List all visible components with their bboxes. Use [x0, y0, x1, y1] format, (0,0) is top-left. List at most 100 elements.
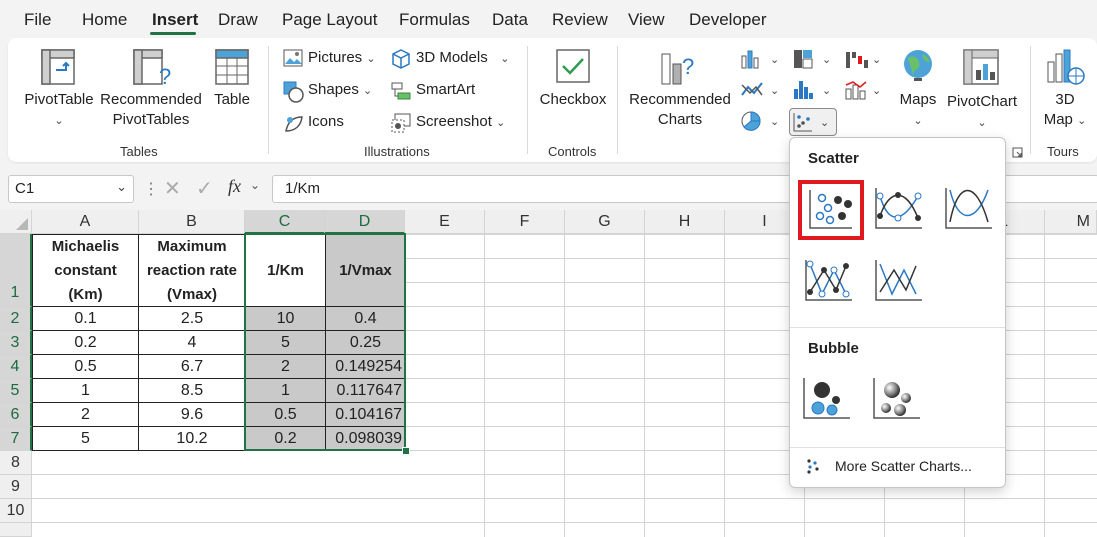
row-header-11[interactable] — [0, 523, 32, 537]
shapes-button[interactable]: Shapes ⌄ — [308, 81, 372, 98]
smartart-button[interactable]: SmartArt — [416, 81, 475, 98]
recommended-pivottables-button[interactable]: Recommended PivotTables — [98, 90, 204, 130]
dialog-launcher-icon[interactable] — [1012, 146, 1024, 158]
insert-function-button[interactable]: fx — [228, 176, 241, 197]
enter-check-icon[interactable]: ✓ — [196, 176, 213, 201]
bubble-option[interactable] — [800, 374, 860, 424]
table-cell[interactable]: 0.2 — [32, 330, 139, 355]
table-cell[interactable]: 2 — [245, 354, 326, 379]
menu-review[interactable]: Review — [552, 10, 608, 30]
pivotchart-button[interactable]: PivotChart ⌄ — [944, 92, 1020, 133]
globe-icon[interactable] — [900, 48, 936, 84]
pie-chart-button[interactable]: ⌄ — [740, 110, 784, 132]
menu-page-layout[interactable]: Page Layout — [282, 10, 377, 30]
scatter-chart-button[interactable]: ⌄ — [789, 108, 837, 136]
column-header-f[interactable]: F — [485, 210, 565, 234]
table-cell[interactable]: 0.098039 — [325, 426, 406, 451]
more-options-icon[interactable]: ⋮ — [143, 179, 159, 199]
table-cell[interactable]: 0.104167 — [325, 402, 406, 427]
table-cell[interactable]: 0.149254 — [325, 354, 406, 379]
3d-models-button[interactable]: 3D Models ⌄ — [416, 49, 509, 66]
waterfall-chart-button[interactable]: ⌄ — [844, 48, 884, 70]
pictures-button[interactable]: Pictures ⌄ — [308, 49, 376, 66]
row-header-5[interactable]: 5 — [0, 379, 32, 403]
row-header-7[interactable]: 7 — [0, 427, 32, 451]
row-header-10[interactable]: 10 — [0, 499, 32, 523]
menu-home[interactable]: Home — [82, 10, 127, 30]
line-chart-button[interactable]: ⌄ — [740, 79, 784, 101]
table-cell[interactable]: 0.117647 — [325, 378, 406, 403]
icons-button[interactable]: Icons — [308, 113, 344, 130]
header-cell-inv-vmax[interactable]: 1/Vmax — [325, 234, 406, 307]
recommended-pivottables-icon[interactable]: ? — [132, 48, 172, 89]
header-cell-vmax[interactable]: Maximum reaction rate (Vmax) — [138, 234, 246, 307]
3d-map-icon[interactable] — [1046, 48, 1086, 88]
table-cell[interactable]: 0.25 — [325, 330, 406, 355]
row-header-9[interactable]: 9 — [0, 475, 32, 499]
column-header-g[interactable]: G — [565, 210, 645, 234]
recommended-charts-icon[interactable]: ? — [660, 48, 700, 88]
column-header-e[interactable]: E — [405, 210, 485, 234]
table-cell[interactable]: 1 — [245, 378, 326, 403]
menu-formulas[interactable]: Formulas — [399, 10, 470, 30]
row-header-8[interactable]: 8 — [0, 451, 32, 475]
header-cell-inv-km[interactable]: 1/Km — [245, 234, 326, 307]
column-chart-button[interactable]: ⌄ — [740, 48, 784, 70]
row-header-2[interactable]: 2 — [0, 307, 32, 331]
table-cell[interactable]: 4 — [138, 330, 246, 355]
menu-view[interactable]: View — [628, 10, 665, 30]
empty-cells-lower[interactable] — [32, 451, 405, 537]
column-header-a[interactable]: A — [32, 210, 139, 234]
column-header-d[interactable]: D — [325, 210, 405, 234]
row-header-6[interactable]: 6 — [0, 403, 32, 427]
column-header-b[interactable]: B — [139, 210, 245, 234]
checkbox-button[interactable]: Checkbox — [536, 90, 610, 110]
table-cell[interactable]: 5 — [245, 330, 326, 355]
table-cell[interactable]: 5 — [32, 426, 139, 451]
column-header-m[interactable]: M — [1045, 210, 1097, 234]
menu-file[interactable]: File — [24, 10, 51, 30]
chevron-down-icon[interactable]: ⌄ — [116, 179, 127, 195]
select-all-corner[interactable] — [0, 210, 32, 234]
table-cell[interactable]: 8.5 — [138, 378, 246, 403]
table-cell[interactable]: 0.4 — [325, 306, 406, 331]
scatter-smooth-lines-markers-option[interactable] — [870, 184, 930, 234]
maps-button[interactable]: Maps ⌄ — [892, 90, 944, 131]
3d-map-button[interactable]: 3D Map ⌄ — [1038, 90, 1092, 131]
statistic-chart-button[interactable]: ⌄ — [792, 79, 836, 101]
recommended-charts-button[interactable]: Recommended Charts — [626, 90, 734, 130]
table-cell[interactable]: 1 — [32, 378, 139, 403]
3d-bubble-option[interactable] — [870, 374, 930, 424]
table-cell[interactable]: 10.2 — [138, 426, 246, 451]
menu-developer[interactable]: Developer — [689, 10, 767, 30]
scatter-straight-lines-markers-option[interactable] — [800, 256, 860, 306]
table-cell[interactable]: 0.5 — [245, 402, 326, 427]
fill-handle[interactable] — [402, 447, 410, 455]
scatter-smooth-lines-option[interactable] — [940, 184, 1000, 234]
row-header-1[interactable]: 1 — [0, 234, 32, 307]
combo-chart-button[interactable]: ⌄ — [844, 79, 884, 101]
table-button[interactable]: Table — [206, 90, 258, 110]
cancel-icon[interactable]: ✕ — [164, 176, 181, 201]
table-cell[interactable]: 0.1 — [32, 306, 139, 331]
menu-draw[interactable]: Draw — [218, 10, 258, 30]
screenshot-button[interactable]: Screenshot ⌄ — [416, 113, 505, 130]
pivotchart-icon[interactable] — [962, 48, 1002, 88]
pivottable-button[interactable]: PivotTable ⌄ — [22, 90, 96, 131]
table-icon[interactable] — [214, 48, 250, 86]
column-header-c[interactable]: C — [245, 210, 325, 234]
checkbox-icon[interactable] — [556, 49, 590, 83]
menu-insert[interactable]: Insert — [152, 10, 198, 30]
row-header-4[interactable]: 4 — [0, 355, 32, 379]
menu-data[interactable]: Data — [492, 10, 528, 30]
table-cell[interactable]: 0.5 — [32, 354, 139, 379]
hierarchy-chart-button[interactable]: ⌄ — [792, 48, 836, 70]
name-box[interactable]: C1 ⌄ — [8, 175, 134, 203]
table-cell[interactable]: 0.2 — [245, 426, 326, 451]
table-cell[interactable]: 2.5 — [138, 306, 246, 331]
column-header-h[interactable]: H — [645, 210, 725, 234]
table-cell[interactable]: 10 — [245, 306, 326, 331]
table-cell[interactable]: 9.6 — [138, 402, 246, 427]
row-header-3[interactable]: 3 — [0, 331, 32, 355]
chevron-down-icon[interactable]: ⌄ — [250, 178, 260, 192]
